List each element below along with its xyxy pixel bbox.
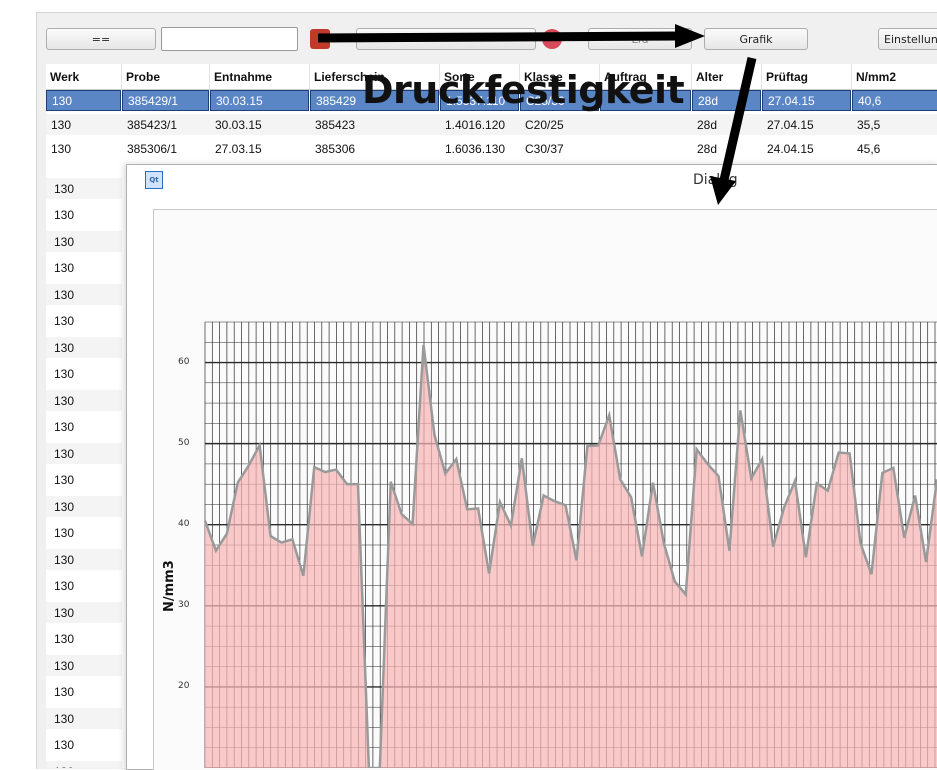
- y-tick-label: 50: [178, 437, 190, 448]
- y-tick-label: 60: [178, 356, 190, 367]
- y-tick-label: 30: [178, 599, 190, 610]
- y-tick-label: 20: [178, 680, 190, 691]
- y-axis-label: N/mm3: [162, 560, 177, 612]
- chart-plot: [203, 321, 937, 768]
- y-tick-label: 40: [178, 518, 190, 529]
- app-window: == Lfd Grafik Einstellun Werk Probe Entnah…: [0, 0, 937, 770]
- chart-title: Druckfestigkeit: [362, 68, 685, 112]
